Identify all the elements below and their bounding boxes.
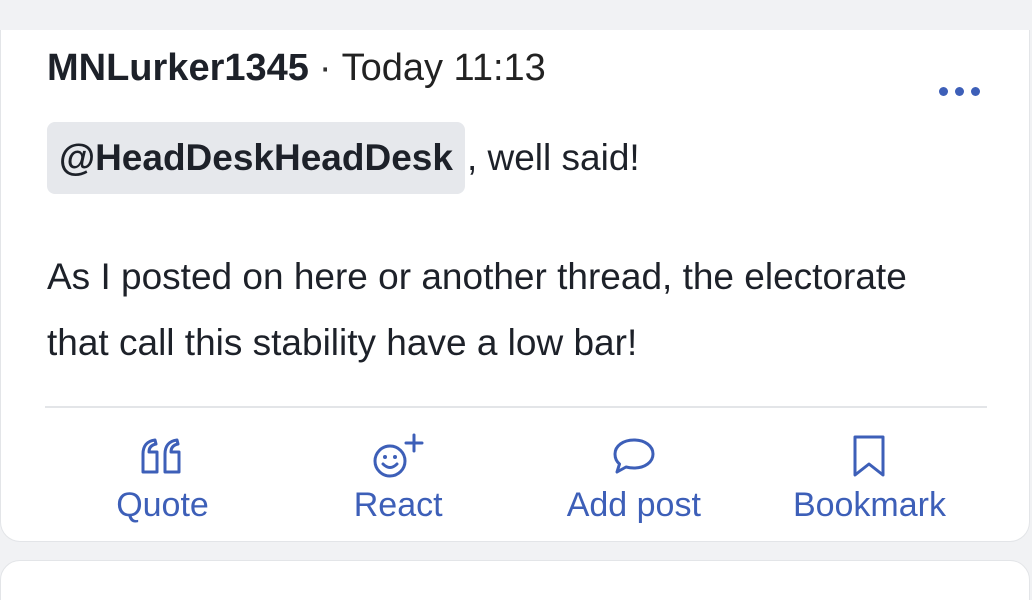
post-body-text: As I posted on here or another thread, t… <box>47 256 907 363</box>
bookmark-icon <box>841 430 897 482</box>
next-post-card <box>0 560 1030 600</box>
more-options-button[interactable] <box>931 76 987 106</box>
bookmark-label: Bookmark <box>792 486 946 524</box>
quote-icon <box>135 430 191 482</box>
mention-line: @HeadDeskHeadDesk , well said! <box>47 122 987 194</box>
react-label: React <box>353 486 443 524</box>
post-actions: Quote React Add post Bookmark <box>45 430 987 530</box>
speech-bubble-icon <box>606 430 662 482</box>
screen: MNLurker1345 · Today 11:13 @HeadDeskHead… <box>0 0 1032 600</box>
quote-button[interactable]: Quote <box>45 430 280 530</box>
post-body: @HeadDeskHeadDesk , well said! As I post… <box>47 122 987 376</box>
post-card: MNLurker1345 · Today 11:13 @HeadDeskHead… <box>0 30 1030 542</box>
react-smiley-icon <box>370 430 426 482</box>
mention-suffix: , well said! <box>466 137 640 178</box>
post-header: MNLurker1345 · Today 11:13 <box>47 46 546 90</box>
actions-divider <box>45 406 987 408</box>
bookmark-button[interactable]: Bookmark <box>752 430 987 530</box>
more-dot-icon <box>954 86 964 96</box>
user-mention[interactable]: @HeadDeskHeadDesk <box>47 122 465 194</box>
quote-label: Quote <box>116 486 209 524</box>
more-dot-icon <box>938 86 948 96</box>
add-post-button[interactable]: Add post <box>516 430 751 530</box>
add-post-label: Add post <box>566 486 701 524</box>
react-button[interactable]: React <box>281 430 516 530</box>
more-dot-icon <box>970 86 980 96</box>
post-timestamp[interactable]: Today 11:13 <box>342 47 546 90</box>
header-separator: · <box>318 46 332 89</box>
author-name[interactable]: MNLurker1345 <box>47 47 309 90</box>
